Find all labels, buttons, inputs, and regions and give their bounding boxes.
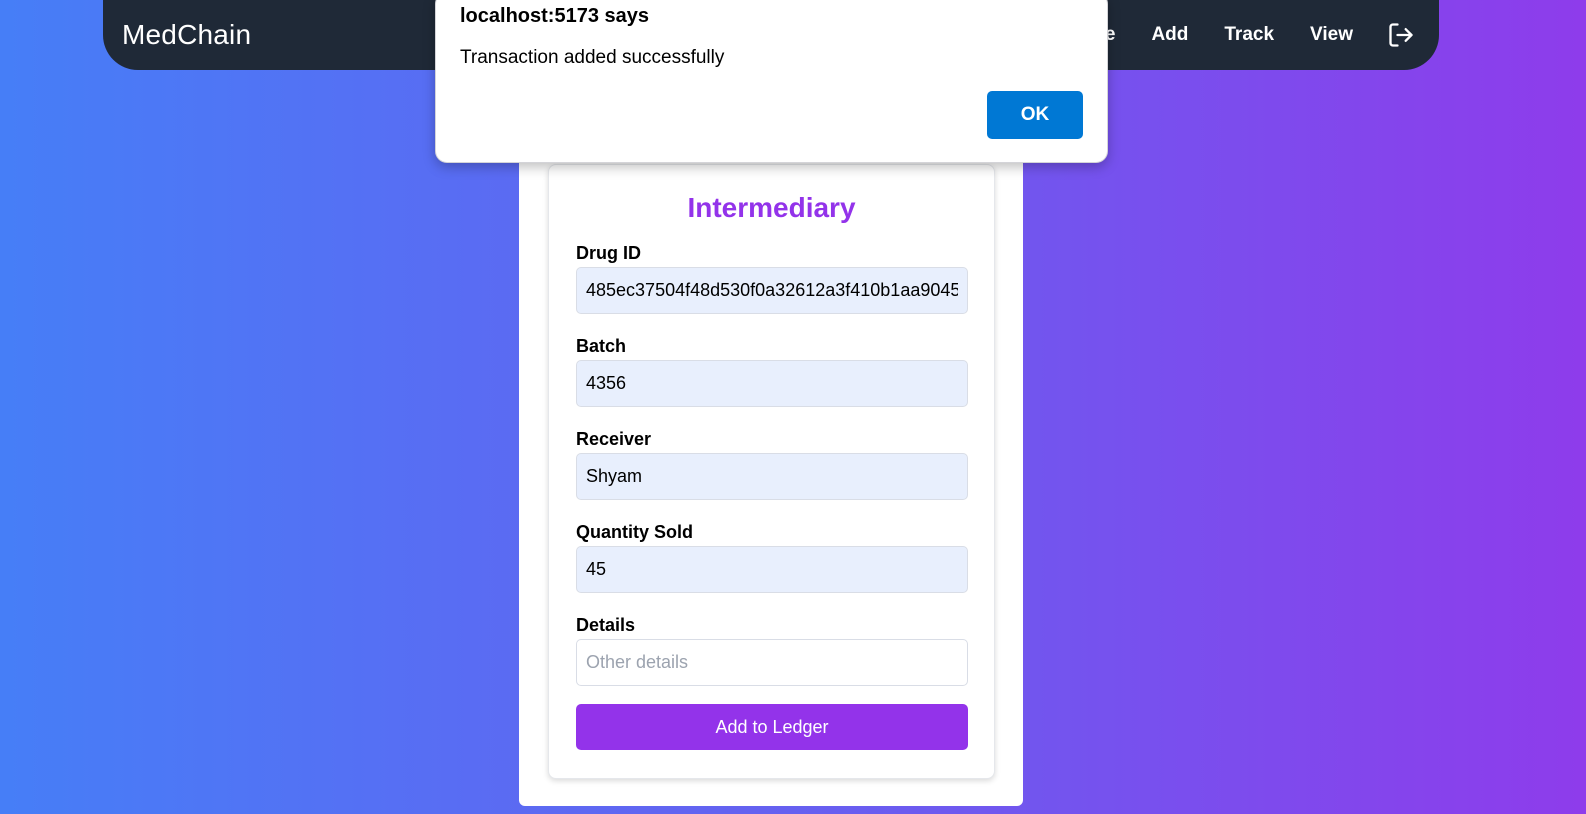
alert-dialog: localhost:5173 says Transaction added su… <box>435 0 1108 163</box>
dialog-title: localhost:5173 says <box>460 5 649 27</box>
quantity-sold-input[interactable] <box>576 546 968 593</box>
drug-id-input[interactable] <box>576 267 968 314</box>
receiver-label: Receiver <box>576 429 652 449</box>
batch-input[interactable] <box>576 360 968 407</box>
receiver-field-group: Receiver <box>576 427 968 500</box>
batch-label: Batch <box>576 336 627 356</box>
details-label: Details <box>576 615 636 635</box>
logout-icon[interactable] <box>1387 21 1415 49</box>
details-field-group: Details <box>576 613 968 686</box>
batch-field-group: Batch <box>576 334 968 407</box>
form-title: Intermediary <box>687 192 856 223</box>
nav-link-view[interactable]: View <box>1310 24 1353 46</box>
brand-logo[interactable]: MedChain <box>122 19 251 51</box>
dialog-ok-button[interactable]: OK <box>987 91 1083 139</box>
nav-link-add[interactable]: Add <box>1151 24 1188 46</box>
drug-id-label: Drug ID <box>576 243 641 263</box>
drug-id-field-group: Drug ID <box>576 241 968 314</box>
receiver-input[interactable] <box>576 453 968 500</box>
intermediary-form: Intermediary Drug ID Batch Receiver Quan… <box>548 164 995 779</box>
nav-link-track[interactable]: Track <box>1224 24 1274 46</box>
add-to-ledger-button[interactable]: Add to Ledger <box>576 704 968 750</box>
quantity-field-group: Quantity Sold <box>576 520 968 593</box>
dialog-message: Transaction added successfully <box>460 47 725 68</box>
details-input[interactable] <box>576 639 968 686</box>
quantity-sold-label: Quantity Sold <box>576 522 693 542</box>
